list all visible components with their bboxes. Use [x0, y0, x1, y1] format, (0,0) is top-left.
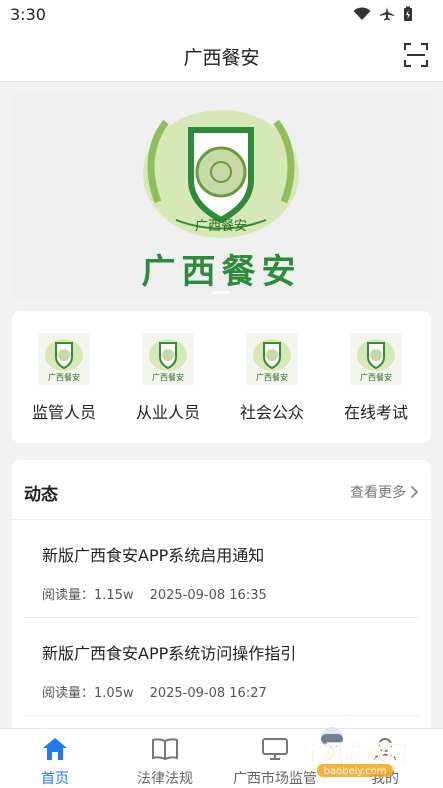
- logo-badge-text: 广西餐安: [195, 218, 247, 234]
- airplane-icon: [380, 7, 394, 21]
- news-header: 动态 查看更多: [12, 460, 431, 520]
- page-title: 广西餐安: [183, 47, 260, 69]
- watermark-url: baobeiy.com: [324, 766, 387, 777]
- quick-action-label: 从业人员: [135, 403, 200, 422]
- food-safety-logo-icon: 广西餐安: [142, 333, 194, 385]
- read-count-label: 阅读量：: [42, 686, 95, 701]
- scan-button[interactable]: [403, 42, 429, 68]
- quick-action-badge: 广西餐安: [360, 372, 392, 382]
- carousel-indicator: [212, 291, 230, 294]
- news-date: 2025-09-08 16:35: [149, 588, 267, 603]
- battery-icon: [404, 6, 412, 21]
- tab-home[interactable]: 首页: [0, 736, 110, 788]
- food-safety-logo-icon: 广西餐安: [350, 333, 402, 385]
- quick-action-label: 监管人员: [31, 403, 96, 422]
- tab-label: 首页: [41, 771, 69, 787]
- tab-label: 法律法规: [137, 771, 193, 787]
- watermark-logo: 宝贝游戏网 baobeiy.com: [302, 727, 408, 777]
- news-item-title: 新版广西食安APP系统访问操作指引: [42, 644, 297, 663]
- news-item-meta: 阅读量：1.05w 2025-09-08 16:27: [42, 682, 267, 701]
- news-title: 动态: [24, 485, 58, 505]
- wifi-icon: [353, 7, 371, 20]
- news-item[interactable]: 新版广西食安APP系统启用通知 阅读量：1.15w 2025-09-08 16:3…: [24, 520, 419, 618]
- view-more-link[interactable]: 查看更多: [350, 482, 419, 502]
- watermark-title: 宝贝游戏网: [303, 741, 408, 765]
- quick-action-badge: 广西餐安: [152, 372, 184, 382]
- quick-action-online-exam[interactable]: 广西餐安 在线考试: [324, 333, 428, 423]
- quick-action-supervisors[interactable]: 广西餐安 监管人员: [12, 333, 116, 423]
- quick-action-badge: 广西餐安: [256, 372, 288, 382]
- news-item-meta: 阅读量：1.15w 2025-09-08 16:35: [42, 584, 267, 603]
- read-count: 1.05w: [94, 686, 134, 701]
- scan-icon: [404, 43, 428, 67]
- status-bar: 3:30: [0, 0, 443, 30]
- status-icons: [353, 6, 413, 22]
- banner-title: 广西餐安: [141, 252, 302, 292]
- tab-laws[interactable]: 法律法规: [110, 736, 220, 788]
- quick-action-badge: 广西餐安: [48, 372, 80, 382]
- quick-action-public[interactable]: 广西餐安 社会公众: [220, 333, 324, 423]
- news-date: 2025-09-08 16:27: [149, 686, 267, 701]
- food-safety-logo-icon: 广西餐安: [143, 110, 299, 238]
- book-icon: [152, 738, 178, 761]
- quick-action-practitioners[interactable]: 广西餐安 从业人员: [116, 333, 220, 423]
- quick-action-label: 社会公众: [239, 403, 304, 422]
- quick-action-label: 在线考试: [343, 403, 408, 422]
- food-safety-logo-icon: 广西餐安: [246, 333, 298, 385]
- news-section: 动态 查看更多 新版广西食安APP系统启用通知 阅读量：1.15w 2025-09…: [12, 460, 431, 740]
- banner[interactable]: 广西餐安 广西餐安: [12, 94, 431, 298]
- news-item-title: 新版广西食安APP系统启用通知: [42, 546, 265, 565]
- quick-actions: 广西餐安 监管人员 广西餐安 从业人员 广西餐安 社会公众 广西餐安 在线考试: [12, 311, 431, 443]
- app-header: 广西餐安: [0, 30, 443, 82]
- news-item[interactable]: 新版广西食安APP系统访问操作指引 阅读量：1.05w 2025-09-08 16…: [24, 618, 419, 716]
- home-icon: [43, 738, 67, 760]
- chevron-right-icon: [410, 485, 419, 499]
- monitor-icon: [262, 738, 288, 760]
- read-count: 1.15w: [94, 588, 134, 603]
- food-safety-logo-icon: 广西餐安: [38, 333, 90, 385]
- status-time: 3:30: [10, 5, 46, 24]
- view-more-label: 查看更多: [350, 485, 406, 501]
- read-count-label: 阅读量：: [42, 588, 95, 603]
